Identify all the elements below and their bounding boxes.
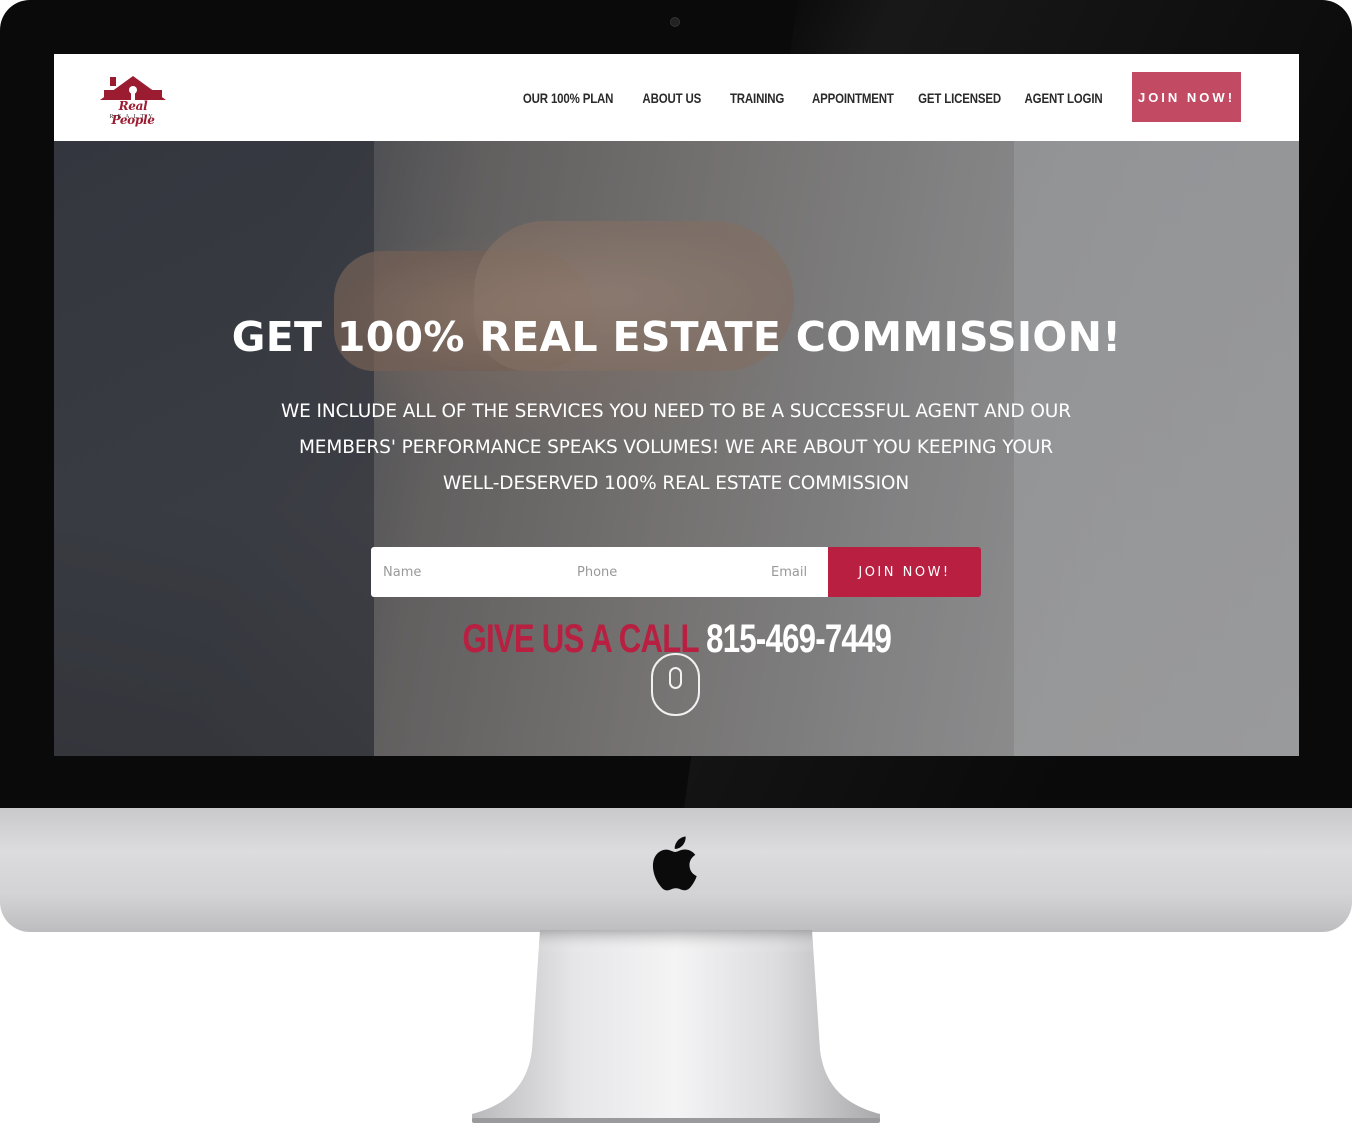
monitor-stand	[472, 930, 880, 1123]
website-screen: Real People REALTY OUR 100% PLAN ABOUT U…	[54, 54, 1299, 756]
apple-logo-icon	[652, 836, 697, 891]
logo-subtitle: REALTY	[109, 114, 157, 120]
signup-form: JOIN NOW!	[371, 547, 981, 597]
hero-description-line: MEMBERS' PERFORMANCE SPEAKS VOLUMES! WE …	[298, 437, 1054, 458]
hero-section: GET 100% REAL ESTATE COMMISSION! WE INCL…	[54, 141, 1299, 756]
hero-description-line: WELL-DESERVED 100% REAL ESTATE COMMISSIO…	[442, 473, 910, 494]
site-logo[interactable]: Real People REALTY	[96, 74, 170, 127]
logo-wordmark: Real People	[111, 99, 155, 127]
signup-fields	[371, 547, 953, 597]
nav-item-agent-login[interactable]: AGENT LOGIN	[1011, 90, 1117, 106]
hero-description-line: WE INCLUDE ALL OF THE SERVICES YOU NEED …	[280, 401, 1072, 422]
nav-item-training[interactable]: TRAINING	[717, 90, 797, 106]
navbar: Real People REALTY OUR 100% PLAN ABOUT U…	[54, 54, 1299, 141]
mouse-scroll-icon[interactable]	[651, 653, 700, 716]
phone-number-link[interactable]: 815-469-7449	[706, 617, 892, 661]
house-logo-icon	[100, 76, 166, 100]
monitor-bezel: Real People REALTY OUR 100% PLAN ABOUT U…	[0, 0, 1352, 808]
mouse-wheel	[669, 667, 682, 689]
hero-title: GET 100% REAL ESTATE COMMISSION!	[231, 313, 1122, 361]
nav-item-about-us[interactable]: ABOUT US	[627, 90, 717, 106]
nav-label: GET LICENSED	[918, 89, 1002, 106]
call-prefix: GIVE US A CALL	[462, 617, 699, 661]
hero-description: WE INCLUDE ALL OF THE SERVICES YOU NEED …	[251, 394, 1101, 502]
nav-label: AGENT LOGIN	[1025, 89, 1103, 106]
nav-item-our-plan[interactable]: OUR 100% PLAN	[509, 90, 627, 106]
camera-icon	[670, 17, 680, 27]
nav-label: TRAINING	[729, 89, 785, 106]
nav-label: ABOUT US	[642, 89, 702, 106]
nav-item-get-licensed[interactable]: GET LICENSED	[909, 90, 1011, 106]
nav-label: APPOINTMENT	[812, 89, 894, 106]
imac-mockup: Real People REALTY OUR 100% PLAN ABOUT U…	[0, 0, 1352, 1124]
join-now-nav-button[interactable]: JOIN NOW!	[1132, 72, 1241, 122]
nav-item-appointment[interactable]: APPOINTMENT	[797, 90, 909, 106]
join-now-submit-button[interactable]: JOIN NOW!	[828, 547, 981, 597]
main-nav: OUR 100% PLAN ABOUT US TRAINING APPOINTM…	[509, 54, 1117, 141]
name-input[interactable]	[371, 547, 565, 597]
phone-input[interactable]	[565, 547, 759, 597]
nav-label: OUR 100% PLAN	[522, 89, 614, 106]
